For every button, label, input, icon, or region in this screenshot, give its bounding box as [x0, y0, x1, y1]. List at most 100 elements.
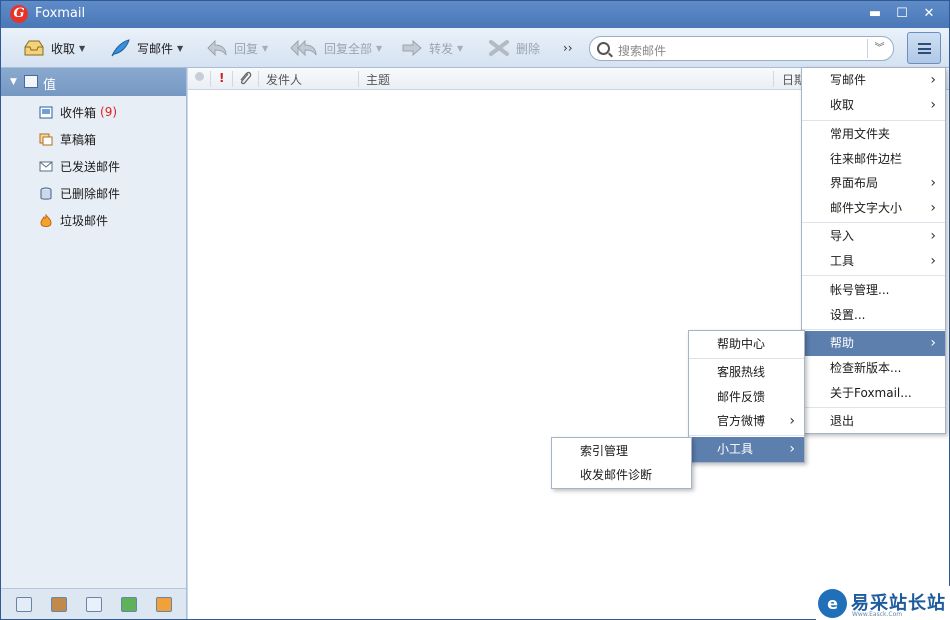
menu-item-label: 常用文件夹 — [830, 127, 891, 141]
inbox-icon — [39, 105, 53, 119]
menu-item-label: 往来邮件边栏 — [830, 152, 903, 166]
menu-item-help-center[interactable]: 帮助中心 — [689, 332, 804, 357]
reply-icon — [206, 39, 228, 57]
menu-separator — [802, 222, 945, 223]
reply-all-icon — [290, 39, 318, 57]
menu-item-about[interactable]: 关于Foxmail... — [802, 381, 945, 406]
forward-button[interactable]: 转发 ▼ — [401, 36, 463, 60]
menu-item-label: 界面布局 — [830, 176, 879, 190]
menu-item-mail-diagnosis[interactable]: 收发邮件诊断 — [552, 463, 691, 488]
receive-label: 收取 — [51, 41, 76, 56]
attachment-column-icon[interactable] — [238, 70, 252, 89]
menu-item-check-update[interactable]: 检查新版本... — [802, 356, 945, 381]
folder-label: 垃圾邮件 — [60, 213, 109, 228]
menu-item-label: 客服热线 — [717, 365, 766, 379]
chevron-right-icon: › — [930, 72, 936, 88]
receive-button[interactable]: 收取 ▼ — [23, 36, 85, 60]
menu-item-label: 写邮件 — [830, 73, 867, 87]
chevron-right-icon: › — [930, 335, 936, 351]
menu-item-label: 邮件文字大小 — [830, 201, 903, 215]
title-bar: G Foxmail ▬ ☐ ✕ — [1, 1, 949, 28]
folder-inbox[interactable]: 收件箱 (9) — [39, 102, 117, 122]
folder-drafts[interactable]: 草稿箱 — [39, 129, 96, 149]
menu-item-mini-tools[interactable]: 小工具 › — [689, 437, 804, 462]
main-menu-button[interactable] — [907, 32, 941, 64]
more-toolbar-button[interactable]: ›› — [563, 41, 573, 55]
menu-separator — [802, 329, 945, 330]
search-input[interactable]: 搜索邮件 — [618, 42, 666, 59]
menu-item-weibo[interactable]: 官方微博 › — [689, 409, 804, 434]
drafts-icon — [39, 132, 53, 146]
chevron-down-icon: ▼ — [262, 43, 269, 53]
account-header[interactable]: ▼ 值 — [1, 68, 186, 96]
chevron-right-icon: › — [789, 413, 795, 429]
menu-item-import[interactable]: 导入 › — [802, 224, 945, 249]
close-button[interactable]: ✕ — [921, 7, 937, 21]
menu-item-favorite-folders[interactable]: 常用文件夹 — [802, 122, 945, 147]
sender-column[interactable]: 发件人 — [266, 71, 302, 88]
maximize-button[interactable]: ☐ — [894, 7, 910, 21]
toolbar: 收取 ▼ 写邮件 ▼ 回复 ▼ 回复全部 ▼ 转发 ▼ 删除 ›› 搜索邮件 ︾ — [1, 28, 949, 68]
menu-item-font-size[interactable]: 邮件文字大小 › — [802, 196, 945, 221]
priority-column[interactable]: ! — [219, 71, 224, 85]
reply-label: 回复 — [234, 41, 259, 56]
subject-column[interactable]: 主题 — [366, 71, 390, 88]
help-submenu: 帮助中心 客服热线 邮件反馈 官方微博 › 小工具 › — [688, 330, 805, 463]
menu-item-contact-sidebar[interactable]: 往来邮件边栏 — [802, 147, 945, 172]
reply-all-button[interactable]: 回复全部 ▼ — [290, 36, 382, 60]
watermark-logo-icon: e — [818, 589, 847, 618]
foxmail-logo-icon: G — [10, 5, 28, 23]
search-box[interactable]: 搜索邮件 ︾ — [589, 36, 894, 61]
window-title: Foxmail — [35, 6, 86, 21]
folder-sent[interactable]: 已发送邮件 — [39, 156, 120, 176]
menu-item-index-manager[interactable]: 索引管理 — [552, 439, 691, 464]
menu-item-label: 帐号管理... — [830, 283, 890, 297]
delete-button[interactable]: 删除 — [488, 36, 540, 60]
chevron-down-icon: ▼ — [177, 43, 184, 53]
main-menu: 写邮件 › 收取 › 常用文件夹 往来邮件边栏 界面布局 › 邮件文字大小 › 导入 › … — [801, 67, 946, 434]
menu-item-tools[interactable]: 工具 › — [802, 249, 945, 274]
search-options-dropdown[interactable]: ︾ — [867, 39, 891, 58]
chevron-down-icon: ▼ — [376, 43, 383, 53]
folder-label: 已删除邮件 — [60, 186, 121, 201]
menu-item-receive[interactable]: 收取 › — [802, 93, 945, 118]
menu-item-hotline[interactable]: 客服热线 — [689, 360, 804, 385]
delete-label: 删除 — [516, 41, 541, 56]
feather-pen-icon — [109, 39, 131, 57]
chevron-right-icon: › — [930, 228, 936, 244]
sent-icon — [39, 159, 53, 173]
calendar-icon[interactable] — [86, 597, 102, 612]
folder-junk[interactable]: 垃圾邮件 — [39, 210, 108, 230]
mini-tools-submenu: 索引管理 收发邮件诊断 — [551, 437, 692, 489]
menu-item-compose[interactable]: 写邮件 › — [802, 68, 945, 93]
menu-separator — [802, 275, 945, 276]
menu-item-label: 检查新版本... — [830, 361, 902, 375]
folder-label: 已发送邮件 — [60, 159, 121, 174]
notes-icon[interactable] — [121, 597, 137, 612]
mail-view-icon[interactable] — [16, 597, 32, 612]
collapse-triangle-icon[interactable]: ▼ — [10, 77, 17, 87]
contacts-icon[interactable] — [51, 597, 67, 612]
menu-item-label: 退出 — [830, 414, 855, 428]
menu-item-exit[interactable]: 退出 — [802, 409, 945, 434]
menu-item-account-manager[interactable]: 帐号管理... — [802, 278, 945, 303]
menu-item-label: 官方微博 — [717, 414, 766, 428]
column-separator — [358, 71, 359, 87]
menu-item-layout[interactable]: 界面布局 › — [802, 171, 945, 196]
folder-deleted[interactable]: 已删除邮件 — [39, 183, 120, 203]
forward-icon — [401, 39, 423, 57]
compose-button[interactable]: 写邮件 ▼ — [109, 36, 183, 60]
folder-sidebar: ▼ 值 收件箱 (9) 草稿箱 已发送邮件 已删除邮件 垃圾邮件 — [1, 68, 187, 619]
menu-item-help[interactable]: 帮助 › — [802, 331, 945, 356]
folder-label: 草稿箱 — [60, 132, 97, 147]
minimize-button[interactable]: ▬ — [867, 7, 883, 21]
menu-item-feedback[interactable]: 邮件反馈 — [689, 385, 804, 410]
search-icon — [597, 42, 610, 55]
chevron-right-icon: › — [930, 253, 936, 269]
rss-feed-icon[interactable] — [156, 597, 172, 612]
menu-item-label: 小工具 — [717, 442, 754, 456]
reply-button[interactable]: 回复 ▼ — [206, 36, 268, 60]
chevron-down-icon: ▼ — [457, 43, 464, 53]
read-status-column-icon[interactable] — [195, 72, 204, 81]
menu-item-settings[interactable]: 设置... — [802, 303, 945, 328]
